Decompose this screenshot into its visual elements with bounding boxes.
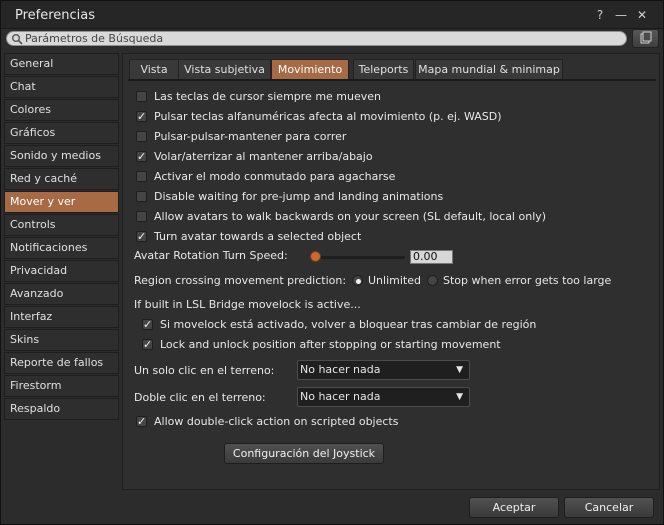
sidebar-item-firestorm[interactable]: Firestorm [4, 375, 119, 397]
prejump-checkbox[interactable] [136, 191, 147, 202]
tab-movement[interactable]: Movimiento [271, 59, 349, 80]
relock-checkbox[interactable] [142, 317, 153, 333]
fly-land-option[interactable]: Volar/aterrizar al mantener arriba/abajo [136, 149, 373, 165]
sidebar-item-network-cache[interactable]: Red y caché [4, 168, 119, 190]
sidebar-item-move-view[interactable]: Mover y ver [4, 191, 119, 213]
double-tap-run-checkbox[interactable] [136, 131, 147, 142]
stop-radio[interactable] [427, 275, 438, 286]
turn-avatar-label: Turn avatar towards a selected object [154, 230, 362, 243]
cursor-keys-option[interactable]: Las teclas de cursor siempre me mueven [136, 89, 381, 105]
relock-option[interactable]: Si movelock está activado, volver a bloq… [142, 317, 536, 333]
wasd-checkbox[interactable] [136, 109, 147, 125]
search-options-button[interactable] [632, 29, 659, 48]
wasd-option[interactable]: Pulsar teclas alfanuméricas afecta al mo… [136, 109, 502, 125]
help-icon[interactable]: ? [592, 7, 608, 23]
close-icon[interactable]: ✕ [634, 7, 650, 23]
unlimited-label: Unlimited [368, 274, 421, 287]
sidebar-item-chat[interactable]: Chat [4, 76, 119, 98]
lock-unlock-label: Lock and unlock position after stopping … [160, 338, 501, 351]
sidebar-item-interface[interactable]: Interfaz [4, 306, 119, 328]
fly-land-label: Volar/aterrizar al mantener arriba/abajo [154, 150, 373, 163]
wasd-label: Pulsar teclas alfanuméricas afecta al mo… [154, 110, 502, 123]
prejump-option[interactable]: Disable waiting for pre-jump and landing… [136, 189, 443, 205]
tab-view[interactable]: Vista [129, 59, 179, 80]
single-click-dropdown[interactable]: No hacer nada ▼ [297, 360, 470, 380]
cancel-button[interactable]: Cancelar [564, 497, 654, 518]
relock-label: Si movelock está activado, volver a bloq… [160, 318, 537, 331]
walk-backwards-option[interactable]: Allow avatars to walk backwards on your … [136, 209, 546, 225]
scripted-double-click-option[interactable]: Allow double-click action on scripted ob… [136, 414, 398, 430]
sidebar-item-advanced[interactable]: Avanzado [4, 283, 119, 305]
sidebar-item-controls[interactable]: Controls [4, 214, 119, 236]
chevron-down-icon: ▼ [456, 392, 463, 402]
lock-unlock-checkbox[interactable] [142, 337, 153, 353]
crouch-toggle-option[interactable]: Activar el modo conmutado para agacharse [136, 169, 395, 185]
search-input[interactable]: Parámetros de Búsqueda [6, 31, 627, 46]
walk-backwards-label: Allow avatars to walk backwards on your … [154, 210, 547, 223]
prejump-label: Disable waiting for pre-jump and landing… [154, 190, 444, 203]
sidebar-item-skins[interactable]: Skins [4, 329, 119, 351]
sidebar-item-backup[interactable]: Respaldo [4, 398, 119, 420]
crouch-toggle-checkbox[interactable] [136, 171, 147, 182]
sidebar-item-crash-reports[interactable]: Reporte de fallos [4, 352, 119, 374]
rotation-speed-slider-track[interactable] [313, 256, 405, 259]
stop-label: Stop when error gets too large [443, 274, 612, 287]
crouch-toggle-label: Activar el modo conmutado para agacharse [154, 170, 396, 183]
tab-first-person[interactable]: Vista subjetiva [178, 59, 271, 80]
tab-underline [128, 79, 656, 81]
sidebar-item-colors[interactable]: Colores [4, 99, 119, 121]
joystick-config-button[interactable]: Configuración del Joystick [224, 443, 384, 464]
double-tap-run-label: Pulsar-pulsar-mantener para correr [154, 130, 347, 143]
sidebar-item-notifications[interactable]: Notificaciones [4, 237, 119, 259]
walk-backwards-checkbox[interactable] [136, 211, 147, 222]
single-click-label: Un solo clic en el terreno: [134, 364, 275, 377]
region-crossing-unlimited[interactable]: Unlimited [352, 273, 421, 289]
accept-button[interactable]: Aceptar [469, 497, 559, 518]
window-title: Preferencias [15, 8, 96, 23]
title-bar[interactable]: Preferencias ? — ✕ [1, 1, 663, 29]
movelock-heading: If built in LSL Bridge movelock is activ… [134, 298, 361, 311]
turn-avatar-checkbox[interactable] [136, 229, 147, 245]
sidebar-item-privacy[interactable]: Privacidad [4, 260, 119, 282]
scripted-double-click-checkbox[interactable] [136, 414, 147, 430]
search-placeholder: Parámetros de Búsqueda [25, 32, 164, 45]
single-click-value: No hacer nada [300, 363, 381, 376]
fly-land-checkbox[interactable] [136, 149, 147, 165]
preferences-window: Preferencias ? — ✕ Parámetros de Búsqued… [0, 0, 664, 525]
scripted-double-click-label: Allow double-click action on scripted ob… [154, 415, 399, 428]
cursor-keys-label: Las teclas de cursor siempre me mueven [154, 90, 381, 103]
cursor-keys-checkbox[interactable] [136, 91, 147, 102]
double-click-dropdown[interactable]: No hacer nada ▼ [297, 387, 470, 407]
sidebar-item-graphics[interactable]: Gráficos [4, 122, 119, 144]
double-click-value: No hacer nada [300, 390, 381, 403]
rotation-speed-slider-handle[interactable] [310, 251, 321, 262]
rotation-speed-label: Avatar Rotation Turn Speed: [134, 249, 288, 262]
double-tap-run-option[interactable]: Pulsar-pulsar-mantener para correr [136, 129, 346, 145]
copy-icon [640, 31, 652, 44]
tab-world-map[interactable]: Mapa mundial & minimap [415, 59, 563, 80]
search-icon [12, 34, 23, 45]
turn-avatar-option[interactable]: Turn avatar towards a selected object [136, 229, 361, 245]
sidebar: General Chat Colores Gráficos Sonido y m… [4, 53, 119, 493]
minimize-icon[interactable]: — [613, 7, 629, 23]
unlimited-radio[interactable] [352, 275, 363, 286]
region-crossing-label: Region crossing movement prediction: [134, 274, 347, 287]
sidebar-item-general[interactable]: General [4, 53, 119, 75]
settings-panel: Vista Vista subjetiva Movimiento Telepor… [122, 53, 660, 490]
region-crossing-stop[interactable]: Stop when error gets too large [427, 273, 611, 289]
sidebar-item-sound-media[interactable]: Sonido y medios [4, 145, 119, 167]
rotation-speed-value[interactable]: 0.00 [410, 250, 453, 264]
tab-teleports[interactable]: Teleports [353, 59, 414, 80]
lock-unlock-option[interactable]: Lock and unlock position after stopping … [142, 337, 501, 353]
double-click-label: Doble clic en el terreno: [134, 391, 266, 404]
chevron-down-icon: ▼ [456, 365, 463, 375]
